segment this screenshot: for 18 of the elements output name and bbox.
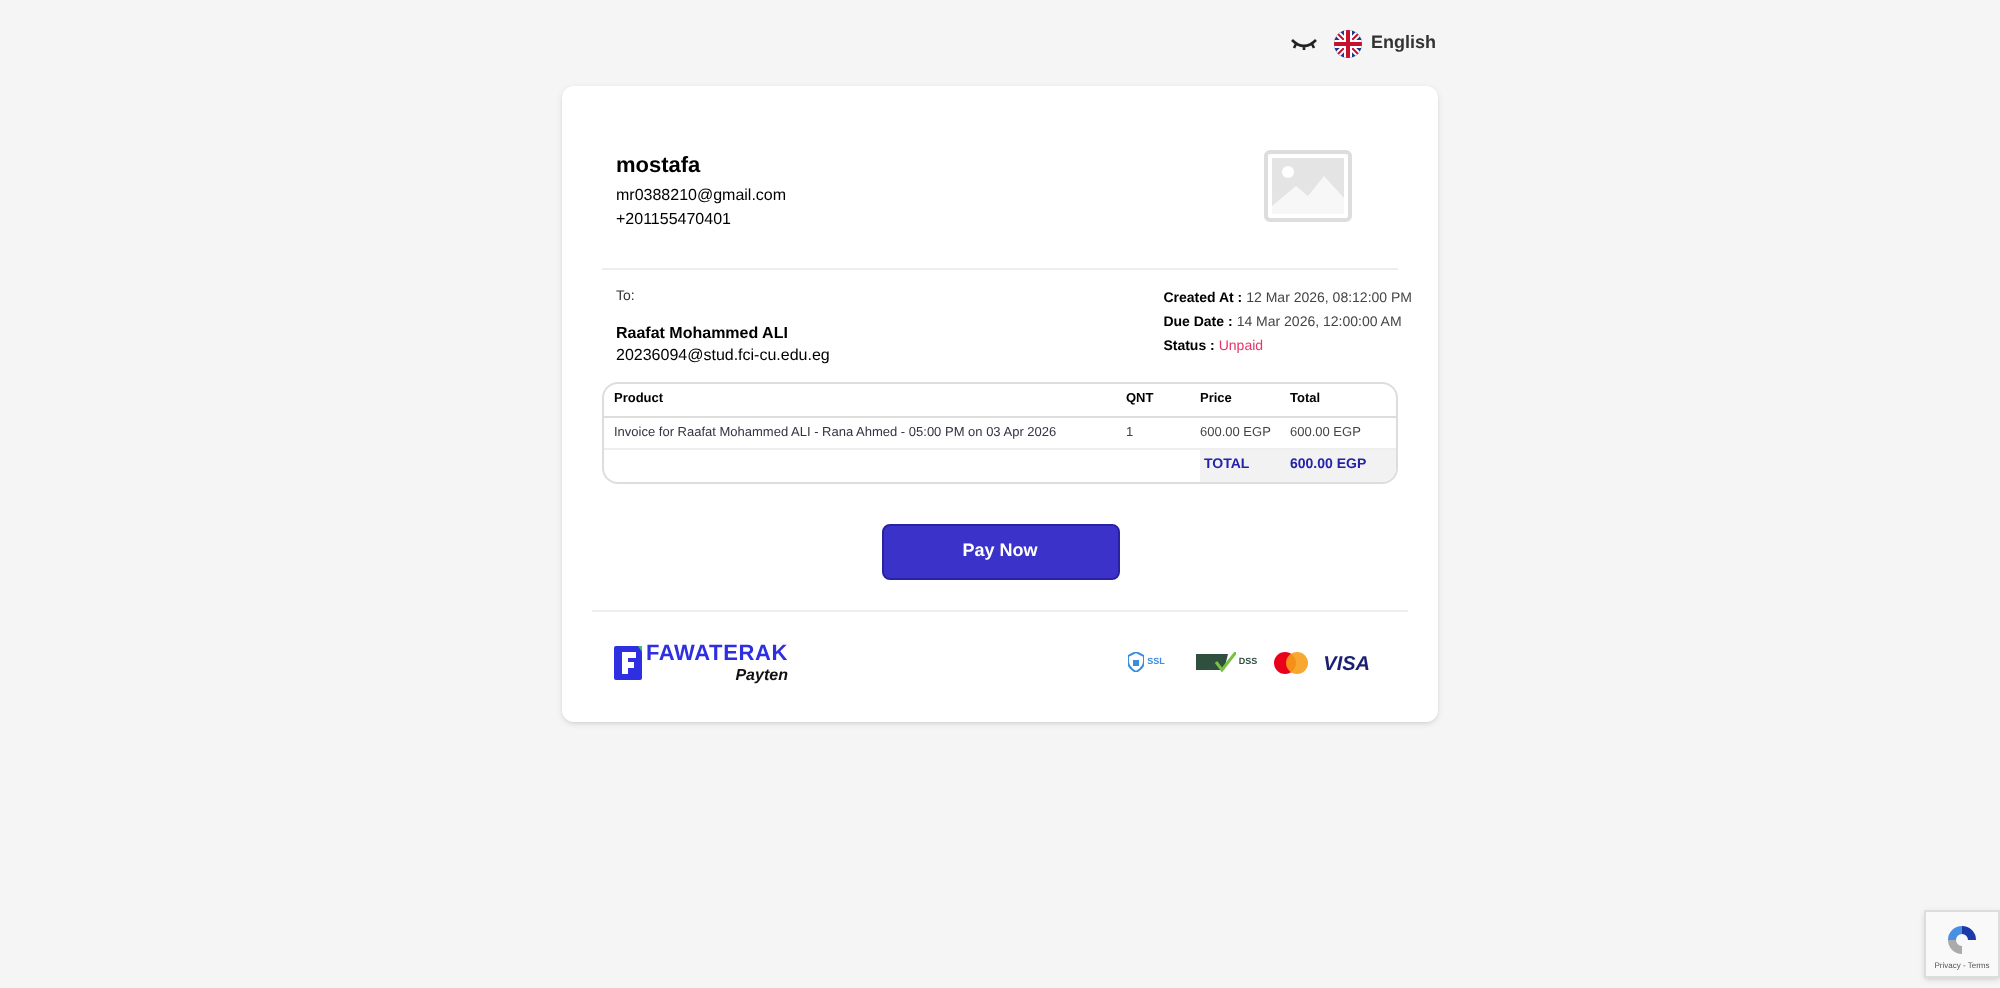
seller-phone: +201155470401 [616, 208, 733, 232]
recipient-email: 20236094@stud.fci-cu.edu.eg [616, 344, 830, 366]
pci-icon [1196, 652, 1237, 672]
seller-name: mostafa [616, 152, 703, 180]
logo-icon [614, 645, 642, 679]
eye-closed-icon[interactable] [1290, 35, 1319, 51]
flag-icon[interactable] [1334, 29, 1363, 57]
partner-name: Payten [735, 665, 788, 683]
recipient-name: Raafat Mohammed ALI [616, 322, 790, 344]
brand-name: FAWATERAK [646, 641, 788, 665]
mastercard-icon [1273, 651, 1308, 673]
recaptcha-icon [1944, 922, 1980, 958]
seller-email: mr0388210@gmail.com [616, 184, 787, 208]
image-placeholder-icon [1264, 150, 1352, 222]
pay-now-button[interactable]: Pay Now [881, 524, 1119, 580]
shield-icon [1127, 652, 1144, 672]
language-link[interactable]: English [1370, 29, 1436, 57]
visa-logo: VISA [1323, 654, 1370, 676]
